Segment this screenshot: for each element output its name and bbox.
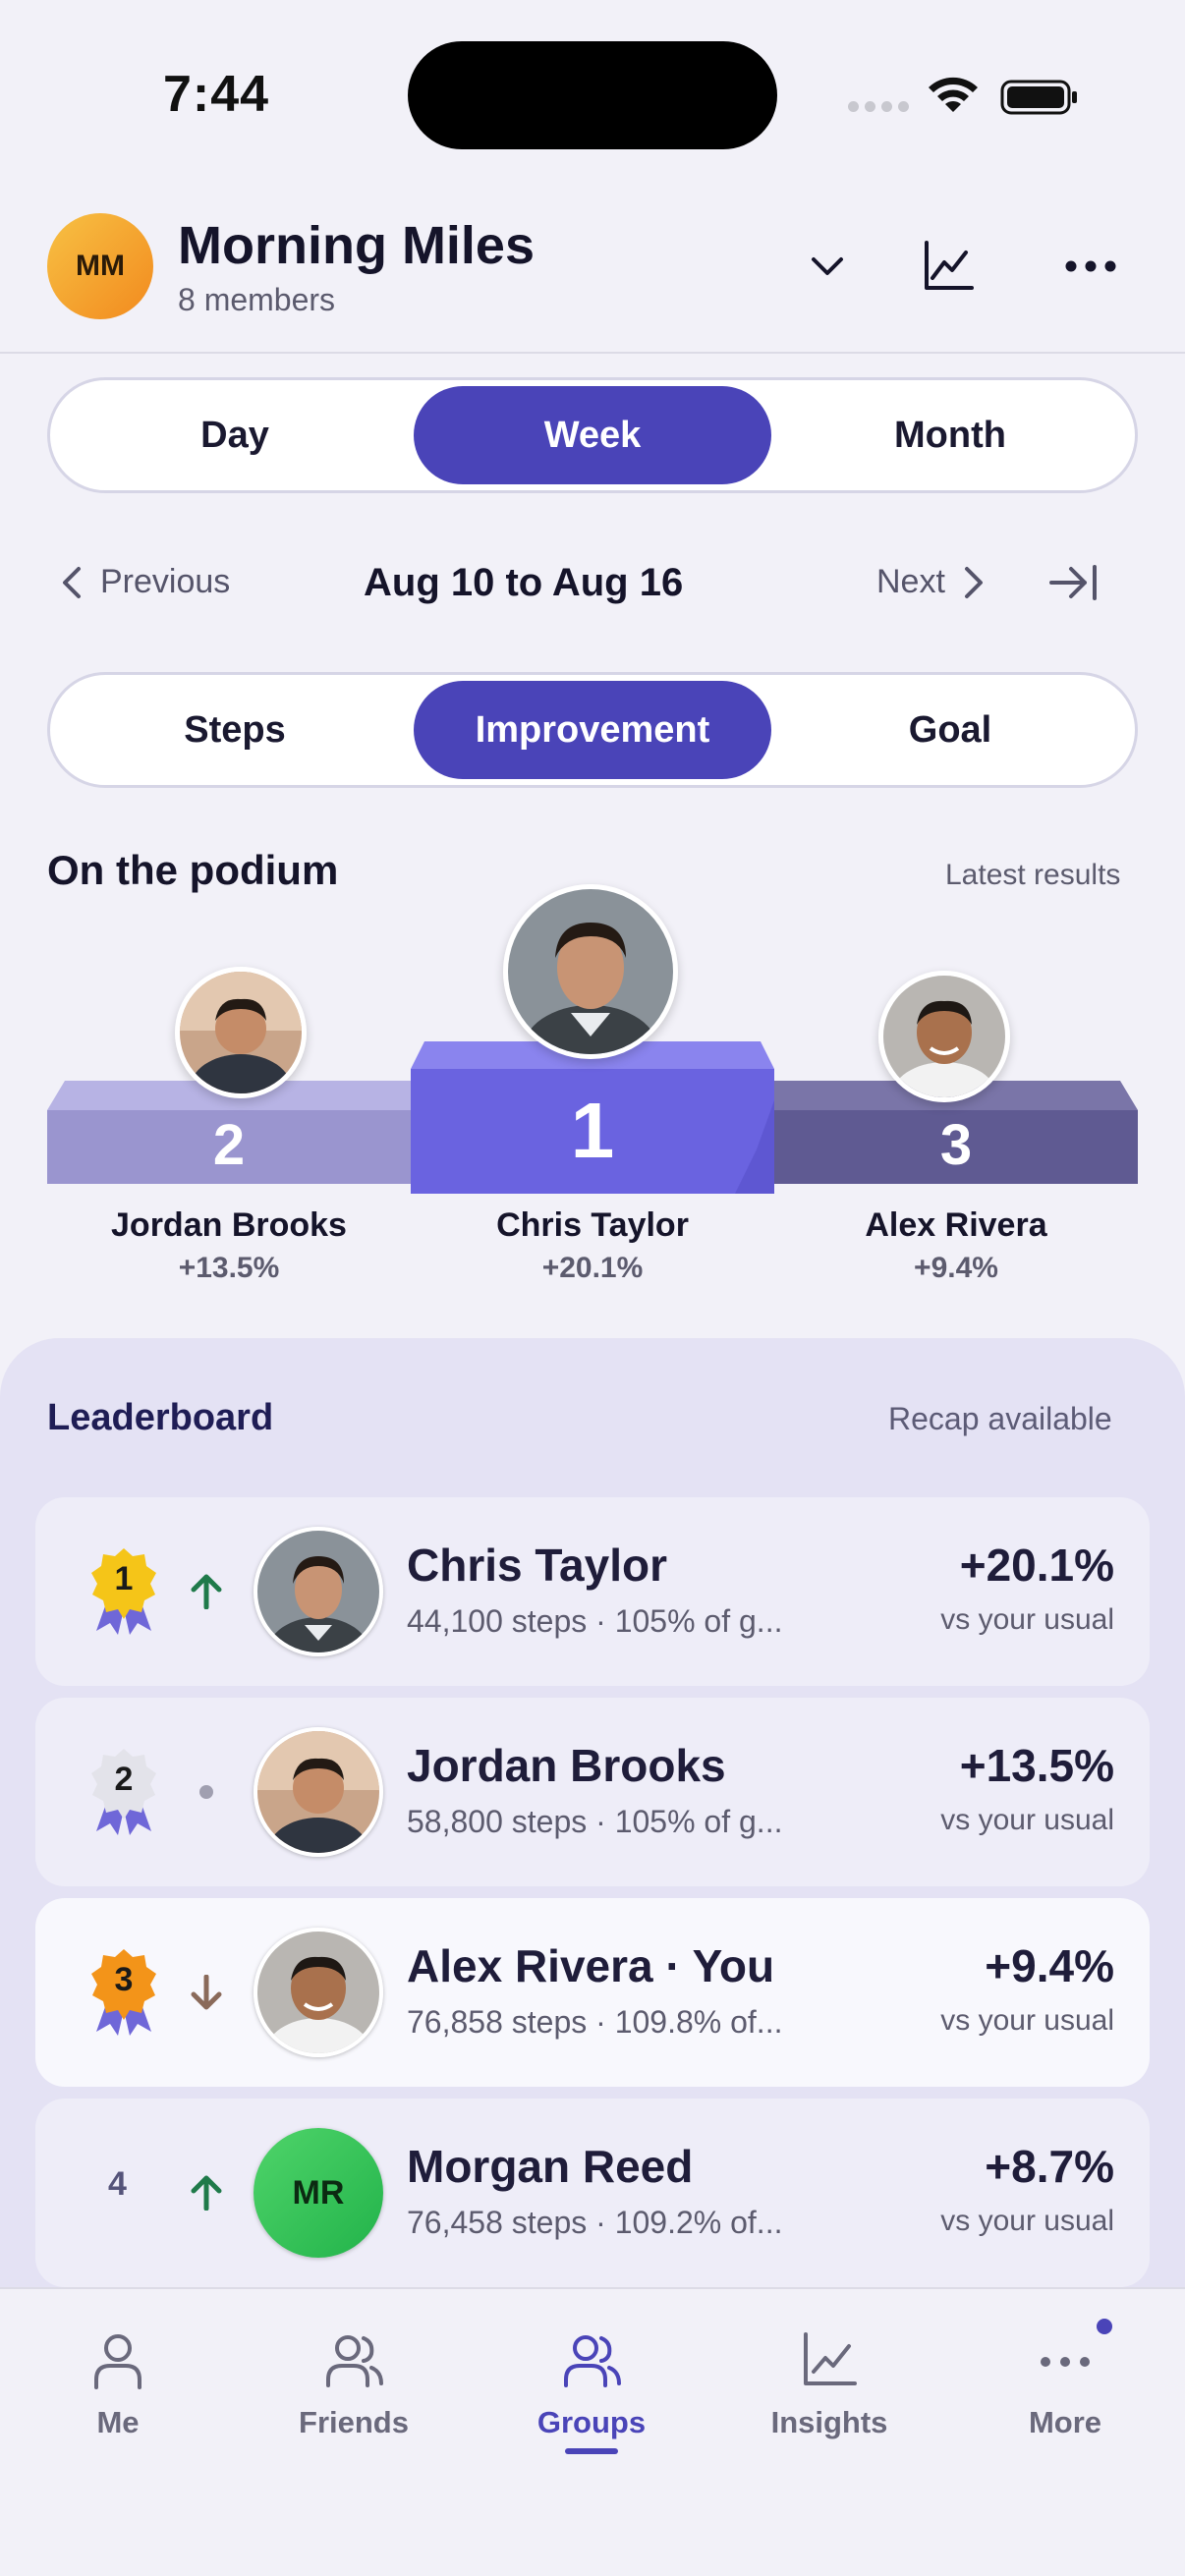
avatar — [254, 1527, 383, 1656]
leaderboard-row[interactable]: 4 MR Morgan Reed 76,458 steps · 109.2% o… — [35, 2099, 1150, 2287]
tab-me[interactable]: Me — [20, 2328, 216, 2440]
tab-goal[interactable]: Goal — [771, 681, 1129, 779]
member-comparison: vs your usual — [940, 2004, 1114, 2037]
podium-name-first: Chris Taylor — [496, 1206, 689, 1244]
more-icon[interactable] — [1061, 237, 1120, 296]
active-tab-indicator — [565, 2448, 618, 2454]
member-name: Alex Rivera · You — [407, 1940, 775, 1991]
next-button[interactable]: Next — [876, 563, 985, 601]
tab-label: Me — [96, 2405, 140, 2439]
more-dots-icon — [1041, 2357, 1090, 2367]
notification-dot — [1097, 2319, 1112, 2334]
signal-icon — [848, 101, 909, 112]
status-bar: 7:44 — [0, 0, 1185, 187]
trend-up-icon — [187, 1572, 226, 1611]
podium-name-third: Alex Rivera — [865, 1206, 1047, 1244]
member-improvement: +13.5% — [959, 1740, 1114, 1791]
friends-icon — [326, 2335, 383, 2387]
podium-value-first: +20.1% — [541, 1252, 644, 1284]
tab-improvement[interactable]: Improvement — [414, 681, 771, 779]
tab-insights[interactable]: Insights — [731, 2328, 928, 2440]
podium-rank-third: 3 — [939, 1113, 973, 1177]
chevron-left-icon — [63, 566, 81, 598]
insights-icon — [804, 2332, 857, 2385]
tab-groups[interactable]: Groups — [493, 2328, 690, 2454]
date-navigation: Previous Aug 10 to Aug 16 Next — [0, 545, 1185, 624]
avatar — [254, 1727, 383, 1857]
member-steps: 76,458 steps · 109.2% of... — [407, 2205, 783, 2240]
next-label: Next — [876, 563, 945, 600]
member-improvement: +9.4% — [985, 1940, 1114, 1991]
rank-number: 1 — [114, 1560, 134, 1597]
rank-number: 4 — [108, 2165, 127, 2203]
group-avatar[interactable]: MM — [47, 213, 153, 319]
chart-icon[interactable] — [919, 237, 978, 296]
avatar — [883, 976, 1005, 1097]
rank-number: 3 — [114, 1961, 134, 1998]
podium-rank-second: 2 — [212, 1113, 246, 1177]
leaderboard-row[interactable]: 2 Jordan Brooks 58,800 steps · 105% of g… — [35, 1698, 1150, 1886]
previous-button[interactable]: Previous — [61, 563, 230, 601]
battery-icon — [1000, 80, 1077, 115]
avatar-initials: MR — [254, 2128, 383, 2258]
podium-rank-first: 1 — [570, 1087, 615, 1174]
leaderboard-title: Leaderboard — [47, 1397, 274, 1438]
tab-label: Groups — [536, 2405, 647, 2439]
member-steps: 76,858 steps · 109.8% of... — [407, 2004, 783, 2040]
trend-same-icon — [187, 1772, 226, 1812]
trend-down-icon — [187, 1973, 226, 2012]
tab-day[interactable]: Day — [56, 386, 414, 484]
avatar — [180, 972, 302, 1093]
tab-label: Insights — [770, 2405, 888, 2439]
member-improvement: +20.1% — [959, 1540, 1114, 1591]
member-steps: 44,100 steps · 105% of g... — [407, 1603, 783, 1639]
podium-avatar-third[interactable] — [878, 971, 1010, 1102]
avatar — [508, 889, 673, 1054]
group-members-count: 8 members — [178, 282, 336, 317]
date-range: Aug 10 to Aug 16 — [364, 561, 684, 604]
recap-link[interactable]: Recap available — [888, 1401, 1112, 1437]
avatar — [254, 1928, 383, 2057]
leaderboard-panel: Leaderboard Recap available 1 Chris Tayl… — [0, 1338, 1185, 2321]
member-comparison: vs your usual — [940, 1804, 1114, 1836]
podium: 2 3 1 Jordan Brooks +13.5% Chris Taylor … — [0, 884, 1185, 1297]
chevron-down-icon[interactable] — [798, 237, 857, 296]
tab-label: Friends — [299, 2405, 409, 2439]
tab-friends[interactable]: Friends — [255, 2328, 452, 2440]
member-name: Morgan Reed — [407, 2141, 694, 2192]
period-selector: Day Week Month — [47, 377, 1138, 493]
group-title[interactable]: Morning Miles — [178, 215, 535, 276]
dynamic-island — [408, 41, 777, 149]
bottom-tab-bar: Me Friends Groups Insights More — [0, 2287, 1185, 2576]
wifi-icon — [929, 77, 978, 112]
tab-label: More — [1028, 2405, 1102, 2439]
leaderboard-row-current-user[interactable]: 3 Alex Rivera · You 76,858 steps · 109.8… — [35, 1898, 1150, 2087]
previous-label: Previous — [100, 563, 231, 600]
rank-number: 2 — [114, 1761, 134, 1798]
member-comparison: vs your usual — [940, 1603, 1114, 1636]
podium-value-second: +13.5% — [178, 1252, 280, 1284]
group-header: MM Morning Miles 8 members — [0, 211, 1185, 354]
member-name: Jordan Brooks — [407, 1740, 726, 1791]
podium-avatar-first[interactable] — [503, 884, 678, 1059]
status-time: 7:44 — [163, 66, 270, 123]
member-steps: 58,800 steps · 105% of g... — [407, 1804, 783, 1839]
member-name: Chris Taylor — [407, 1540, 667, 1591]
tab-month[interactable]: Month — [771, 386, 1129, 484]
metric-selector: Steps Improvement Goal — [47, 672, 1138, 788]
jump-to-latest-icon[interactable] — [1047, 563, 1099, 602]
member-improvement: +8.7% — [985, 2141, 1114, 2192]
chevron-right-icon — [964, 566, 983, 598]
podium-name-second: Jordan Brooks — [111, 1206, 347, 1244]
leaderboard-row[interactable]: 1 Chris Taylor 44,100 steps · 105% of g.… — [35, 1497, 1150, 1686]
tab-week[interactable]: Week — [414, 386, 771, 484]
trend-up-icon — [187, 2173, 226, 2212]
podium-value-third: +9.4% — [914, 1252, 998, 1284]
podium-avatar-second[interactable] — [175, 967, 307, 1098]
tab-more[interactable]: More — [967, 2319, 1163, 2440]
person-icon — [94, 2334, 141, 2389]
groups-icon — [564, 2335, 621, 2387]
tab-steps[interactable]: Steps — [56, 681, 414, 779]
member-comparison: vs your usual — [940, 2205, 1114, 2237]
